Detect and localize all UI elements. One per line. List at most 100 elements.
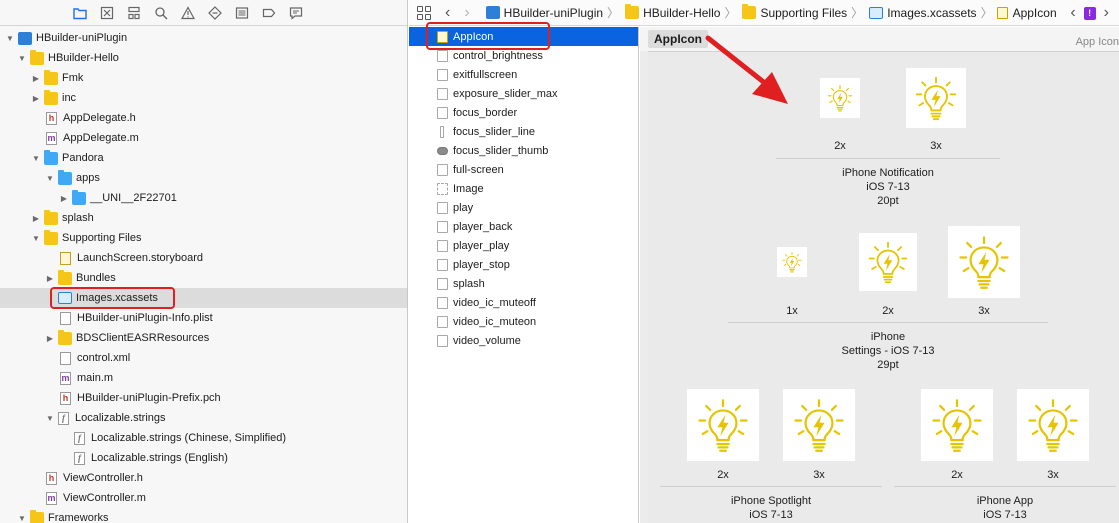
icon-slot-well[interactable] — [783, 389, 855, 461]
tree-row-group[interactable]: ▼ f Localizable.strings — [0, 408, 407, 428]
icon-slot-well[interactable] — [687, 389, 759, 461]
tree-row-group[interactable]: ▶ Bundles — [0, 268, 407, 288]
tree-row-group[interactable]: ▶ Fmk — [0, 68, 407, 88]
tree-row-file[interactable]: LaunchScreen.storyboard — [0, 248, 407, 268]
asset-row[interactable]: video_ic_muteon — [409, 312, 638, 331]
disclosure-closed-icon[interactable]: ▶ — [44, 332, 56, 344]
tree-row-file[interactable]: h ViewController.h — [0, 468, 407, 488]
tree-row-file[interactable]: h HBuilder-uniPlugin-Prefix.pch — [0, 388, 407, 408]
tree-row-project[interactable]: ▼ HBuilder-uniPlugin — [0, 28, 407, 48]
breadcrumb-group[interactable]: Supporting Files — [740, 4, 847, 20]
icon-slot-well[interactable] — [1017, 389, 1089, 461]
asset-row[interactable]: player_stop — [409, 255, 638, 274]
tree-label: Frameworks — [48, 512, 109, 523]
tree-row-group[interactable]: ▼ apps — [0, 168, 407, 188]
asset-row[interactable]: Image — [409, 179, 638, 198]
folder-icon — [44, 69, 58, 85]
breadcrumb-project[interactable]: HBuilder-uniPlugin — [484, 6, 603, 20]
disclosure-closed-icon[interactable]: ▶ — [30, 212, 42, 224]
disclosure-open-icon[interactable]: ▼ — [30, 232, 42, 244]
scale-label: 3x — [978, 305, 990, 317]
tree-row-group[interactable]: ▶ inc — [0, 88, 407, 108]
folder-icon[interactable] — [72, 5, 88, 21]
tree-label: main.m — [77, 372, 114, 384]
asset-row[interactable]: player_play — [409, 236, 638, 255]
tree-row-group[interactable]: ▼ Supporting Files — [0, 228, 407, 248]
breadcrumb-group[interactable]: HBuilder-Hello — [623, 4, 720, 20]
tree-label: Fmk — [62, 72, 84, 84]
breadcrumb-separator-icon: 〉 — [851, 6, 864, 20]
disclosure-open-icon[interactable]: ▼ — [16, 52, 28, 64]
search-icon[interactable] — [153, 5, 169, 21]
tree-row-file[interactable]: HBuilder-uniPlugin-Info.plist — [0, 308, 407, 328]
icon-slot-well[interactable] — [777, 247, 807, 277]
asset-row[interactable]: splash — [409, 274, 638, 293]
icon-slot-canvas: 2x 3x iPhone Notification iOS 7-13 20pt … — [648, 51, 1119, 523]
asset-row[interactable]: focus_slider_line — [409, 122, 638, 141]
disclosure-closed-icon[interactable]: ▶ — [30, 92, 42, 104]
related-items-icon[interactable] — [417, 5, 431, 20]
disclosure-closed-icon[interactable]: ▶ — [30, 72, 42, 84]
asset-row[interactable]: player_back — [409, 217, 638, 236]
symbol-icon[interactable] — [126, 5, 142, 21]
tree-row-file[interactable]: m main.m — [0, 368, 407, 388]
disclosure-open-icon[interactable]: ▼ — [44, 172, 56, 184]
icon-slot-well[interactable] — [921, 389, 993, 461]
asset-row[interactable]: play — [409, 198, 638, 217]
tree-row-group[interactable]: ▼ Frameworks — [0, 508, 407, 523]
tree-row-group[interactable]: ▶ __UNI__2F22701 — [0, 188, 407, 208]
tree-row-file[interactable]: m AppDelegate.m — [0, 128, 407, 148]
strings-file-icon: f — [58, 411, 69, 425]
breadcrumb-separator-icon: 〉 — [724, 6, 737, 20]
disclosure-closed-icon[interactable]: ▶ — [44, 272, 56, 284]
asset-row[interactable]: full-screen — [409, 160, 638, 179]
disclosure-open-icon[interactable]: ▼ — [30, 152, 42, 164]
forward-arrow-icon[interactable]: › — [464, 4, 469, 21]
tree-row-file[interactable]: h AppDelegate.h — [0, 108, 407, 128]
previous-issue-icon[interactable]: ‹ — [1070, 5, 1075, 21]
asset-row[interactable]: focus_slider_thumb — [409, 141, 638, 160]
source-control-icon[interactable] — [99, 5, 115, 21]
tree-row-group[interactable]: ▼ HBuilder-Hello — [0, 48, 407, 68]
tree-row-file-selected[interactable]: Images.xcassets — [0, 287, 407, 309]
tree-row-group[interactable]: ▶ splash — [0, 208, 407, 228]
next-issue-icon[interactable]: › — [1104, 5, 1109, 21]
asset-row[interactable]: video_ic_muteoff — [409, 293, 638, 312]
image-thumb-icon — [437, 182, 448, 195]
asset-row[interactable]: focus_border — [409, 103, 638, 122]
back-arrow-icon[interactable]: ‹ — [445, 4, 450, 21]
asset-row[interactable]: exposure_slider_max — [409, 84, 638, 103]
folder-icon — [742, 4, 757, 19]
warning-badge[interactable]: ! — [1083, 6, 1096, 20]
lightbulb-icon — [1028, 399, 1078, 452]
warning-icon[interactable] — [180, 5, 196, 21]
asset-label: focus_slider_line — [453, 125, 535, 138]
tree-row-group[interactable]: ▶ BDSClientEASRResources — [0, 328, 407, 348]
debug-icon[interactable] — [234, 5, 250, 21]
disclosure-closed-icon[interactable]: ▶ — [58, 192, 70, 204]
tree-row-file[interactable]: control.xml — [0, 348, 407, 368]
tree-label: Pandora — [62, 152, 104, 164]
asset-row-selected[interactable]: AppIcon — [409, 22, 638, 50]
asset-row[interactable]: exitfullscreen — [409, 65, 638, 84]
icon-slot-well[interactable] — [820, 78, 860, 118]
breadcrumb-appicon[interactable]: AppIcon — [996, 6, 1057, 20]
icon-slot-well[interactable] — [948, 226, 1020, 298]
test-icon[interactable] — [207, 5, 223, 21]
breadcrumb-assets[interactable]: Images.xcassets — [867, 6, 977, 20]
icon-slot-well[interactable] — [859, 233, 917, 291]
tree-row-file[interactable]: f Localizable.strings (Chinese, Simplifi… — [0, 428, 407, 448]
icon-slot-well[interactable] — [906, 68, 966, 128]
tree-row-group[interactable]: ▼ Pandora — [0, 148, 407, 168]
disclosure-open-icon[interactable]: ▼ — [44, 412, 56, 424]
tree-row-file[interactable]: m ViewController.m — [0, 488, 407, 508]
disclosure-open-icon[interactable]: ▼ — [16, 512, 28, 523]
asset-row[interactable]: control_brightness — [409, 46, 638, 65]
tree-label: ViewController.h — [63, 472, 143, 484]
disclosure-open-icon[interactable]: ▼ — [4, 32, 16, 44]
tree-row-file[interactable]: f Localizable.strings (English) — [0, 448, 407, 468]
breakpoint-icon[interactable] — [261, 5, 277, 21]
project-icon — [485, 6, 500, 19]
report-icon[interactable] — [288, 5, 304, 21]
asset-row[interactable]: video_volume — [409, 331, 638, 350]
